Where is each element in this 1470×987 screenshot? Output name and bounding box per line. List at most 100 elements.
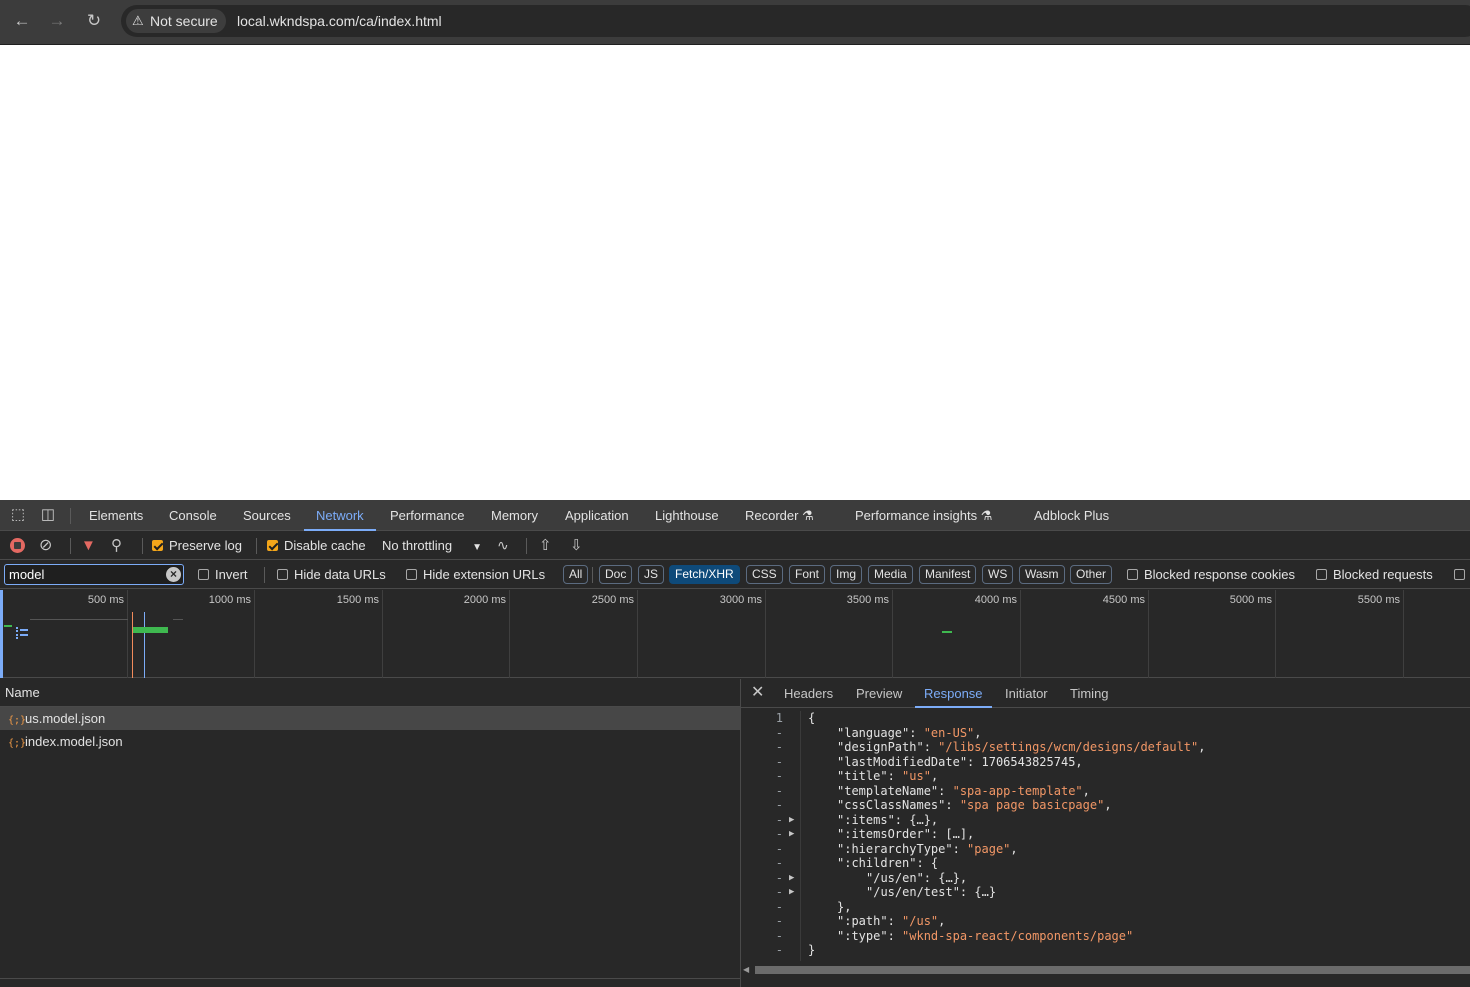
checkbox-checked[interactable] (267, 540, 278, 551)
expand-arrow-icon[interactable]: ▶ (789, 871, 794, 886)
flask-icon: ⚗ (802, 508, 814, 523)
horizontal-scrollbar[interactable]: ◀ (741, 965, 1470, 975)
code-token: ":itemsOrder" (837, 827, 931, 841)
code-token: , (1104, 798, 1112, 812)
filter-chip-font[interactable]: Font (789, 565, 826, 584)
code-token: "lastModifiedDate" (837, 754, 968, 769)
checkbox[interactable] (1316, 569, 1327, 580)
import-har-icon[interactable]: ⇧ (539, 531, 552, 560)
reload-icon[interactable]: ↻ (83, 10, 105, 32)
code-line: - "cssClassNames": "spa page basicpage", (741, 798, 1470, 813)
line-number: - (775, 899, 783, 914)
tab-recorder[interactable]: Recorder ⚗ (745, 500, 814, 531)
tab-headers[interactable]: Headers (784, 679, 833, 708)
back-icon[interactable]: ← (11, 10, 33, 32)
code-text: ":itemsOrder": […], (837, 827, 974, 842)
load-marker (144, 612, 145, 678)
scroll-left-icon[interactable]: ◀ (743, 965, 749, 975)
forward-icon[interactable]: → (46, 10, 68, 32)
filter-chip-doc[interactable]: Doc (599, 565, 633, 584)
browser-toolbar: ← → ↻ ⚠ Not secure local.wkndspa.com/ca/… (0, 0, 1470, 45)
device-toolbar-icon[interactable]: ◫ (38, 505, 58, 525)
tab-performance-insights[interactable]: Performance insights ⚗ (855, 500, 992, 531)
clear-filter-icon[interactable]: × (166, 567, 181, 582)
record-stop-icon[interactable] (10, 538, 25, 553)
hide-data-urls-checkbox[interactable]: Hide data URLs (277, 560, 386, 589)
filter-icon[interactable]: ▼ (81, 531, 96, 560)
hide-extension-urls-checkbox[interactable]: Hide extension URLs (406, 560, 545, 589)
code-token: "/us/en/test" (866, 885, 960, 899)
network-conditions-icon[interactable]: ∿ (497, 531, 509, 560)
tick-line (1403, 590, 1404, 678)
filter-chip-other[interactable]: Other (1070, 565, 1113, 584)
filter-chip-media[interactable]: Media (868, 565, 913, 584)
filter-chip-css[interactable]: CSS (746, 565, 783, 584)
checkbox[interactable] (198, 569, 209, 580)
filter-chip-img[interactable]: Img (830, 565, 863, 584)
filter-chip-all[interactable]: All (563, 565, 589, 584)
network-overview[interactable]: 500 ms 1000 ms 1500 ms 2000 ms 2500 ms 3… (0, 590, 1470, 678)
tab-memory[interactable]: Memory (491, 500, 538, 531)
disable-cache-checkbox[interactable]: Disable cache (267, 531, 366, 560)
url-text[interactable]: local.wkndspa.com/ca/index.html (237, 5, 442, 37)
column-header-name[interactable]: Name (0, 679, 740, 707)
export-har-icon[interactable]: ⇩ (570, 531, 583, 560)
filter-chip-wasm[interactable]: Wasm (1019, 565, 1065, 584)
checkbox[interactable] (1454, 569, 1465, 580)
tab-application[interactable]: Application (565, 500, 629, 531)
tab-network[interactable]: Network (304, 500, 376, 531)
filter-chip-fetch-xhr[interactable]: Fetch/XHR (669, 565, 740, 584)
address-bar[interactable]: ⚠ Not secure local.wkndspa.com/ca/index.… (121, 5, 1470, 37)
preserve-log-checkbox[interactable]: Preserve log (152, 531, 242, 560)
warning-icon: ⚠ (132, 13, 144, 28)
code-token: ":items" (837, 812, 895, 827)
tab-performance[interactable]: Performance (390, 500, 464, 531)
filter-chip-manifest[interactable]: Manifest (919, 565, 977, 584)
filter-chip-js[interactable]: JS (638, 565, 665, 584)
blocked-response-cookies-checkbox[interactable]: Blocked response cookies (1127, 560, 1295, 589)
tab-response[interactable]: Response (915, 679, 992, 708)
blocked-requests-checkbox[interactable]: Blocked requests (1316, 560, 1433, 589)
filter-input[interactable] (4, 564, 184, 585)
throttling-select[interactable]: No throttling ▼ (382, 531, 482, 560)
security-indicator[interactable]: ⚠ Not secure (126, 9, 226, 33)
line-number: - (775, 943, 783, 957)
tab-initiator[interactable]: Initiator (1005, 679, 1048, 708)
filter-chip-ws[interactable]: WS (982, 565, 1014, 584)
tab-timing[interactable]: Timing (1070, 679, 1109, 708)
third-party-checkbox[interactable] (1454, 560, 1470, 589)
json-file-icon: {;} (8, 715, 27, 726)
chevron-down-icon: ▼ (472, 542, 482, 553)
clear-icon[interactable]: ⊘ (39, 531, 52, 560)
tab-adblock-plus[interactable]: Adblock Plus (1034, 500, 1109, 531)
divider (526, 538, 527, 554)
tick-label: 2500 ms (591, 594, 634, 606)
expand-arrow-icon[interactable]: ▶ (789, 827, 794, 842)
scrollbar-thumb[interactable] (755, 966, 1470, 974)
table-row[interactable]: {;}us.model.json (0, 707, 740, 730)
table-row[interactable]: {;}index.model.json (0, 730, 740, 753)
tick-label: 5500 ms (1357, 594, 1400, 606)
tab-sources[interactable]: Sources (243, 500, 291, 531)
line-number: - (775, 725, 783, 740)
code-token: "title" (837, 769, 888, 783)
tab-lighthouse[interactable]: Lighthouse (655, 500, 719, 531)
checkbox-checked[interactable] (152, 540, 163, 551)
invert-checkbox[interactable]: Invert (198, 560, 248, 589)
expand-arrow-icon[interactable]: ▶ (789, 813, 794, 828)
search-icon[interactable]: ⚲ (111, 531, 122, 560)
response-code-view[interactable]: 1{- "language": "en-US", - "designPath": "/… (741, 711, 1470, 961)
tab-preview[interactable]: Preview (856, 679, 902, 708)
overview-window-handle[interactable] (0, 590, 3, 678)
code-text: }, (837, 900, 851, 915)
tab-console[interactable]: Console (169, 500, 217, 531)
checkbox[interactable] (1127, 569, 1138, 580)
expand-arrow-icon[interactable]: ▶ (789, 885, 794, 900)
checkbox[interactable] (277, 569, 288, 580)
checkbox[interactable] (406, 569, 417, 580)
close-icon[interactable]: ✕ (751, 683, 764, 703)
code-text: "designPath": "/libs/settings/wcm/design… (837, 740, 1205, 755)
tab-elements[interactable]: Elements (89, 500, 143, 531)
inspect-element-icon[interactable]: ⬚ (8, 505, 28, 525)
tick-label: 500 ms (87, 594, 124, 606)
